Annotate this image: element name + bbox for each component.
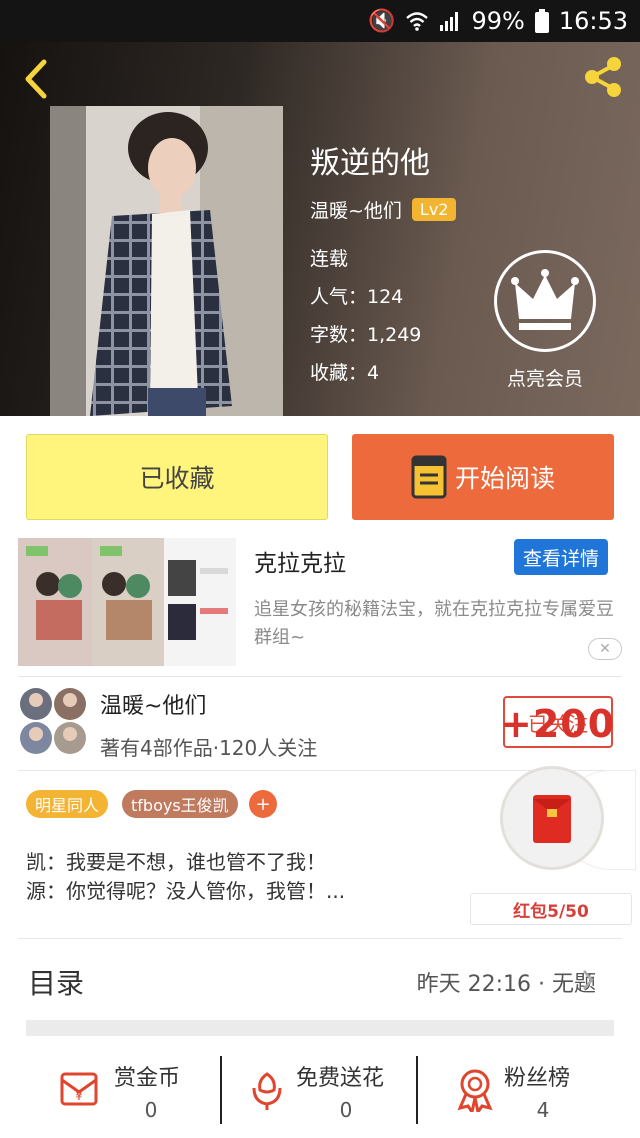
ad-description[interactable]: 追星女孩的秘籍法宝，就在克拉克拉专属爱豆群组~ [254, 596, 614, 652]
mute-icon: 🔇 [368, 8, 396, 34]
table-of-contents-title[interactable]: 目录 [28, 962, 84, 1002]
divider [18, 938, 622, 939]
word-count-stat: 字数：1,249 [310, 324, 422, 346]
status-bar: 🔇 99% 16:53 [0, 0, 640, 42]
separator [416, 1056, 418, 1124]
coin-envelope-icon: ¥ [60, 1072, 98, 1106]
ad-close-button[interactable]: ✕ [588, 638, 622, 660]
share-icon[interactable] [580, 54, 626, 100]
divider [18, 676, 622, 677]
level-badge: Lv2 [411, 198, 457, 221]
author-name[interactable]: 温暖~他们 [100, 688, 206, 720]
battery-percent: 99% [471, 7, 525, 35]
view-details-button[interactable]: 查看详情 [514, 539, 608, 575]
back-arrow-icon[interactable] [16, 56, 56, 102]
free-flower-label: 免费送花 [296, 1066, 385, 1091]
crown-icon [511, 269, 579, 330]
fans-ranking-label: 粉丝榜 [504, 1066, 571, 1091]
clock: 16:53 [558, 7, 628, 35]
book-title: 叛逆的他 [310, 146, 430, 181]
serial-status: 连载 [310, 248, 349, 270]
battery-icon [534, 9, 549, 33]
author-stats: 著有4部作品·120人关注 [100, 736, 318, 760]
free-flower-button[interactable]: 免费送花 0 [224, 1050, 416, 1138]
tag-tfboys[interactable]: tfboys王俊凯 [122, 790, 238, 818]
bottom-action-bar: ¥ 赏金币 0 免费送花 0 粉丝榜 4 [0, 1050, 640, 1138]
fans-ranking-button[interactable]: 粉丝榜 4 [420, 1050, 640, 1138]
flower-icon [252, 1072, 282, 1110]
tag-celebrity-fanfic[interactable]: 明星同人 [26, 790, 109, 818]
reward-label: 赏金币 [114, 1066, 181, 1091]
start-reading-label: 开始阅读 [454, 464, 555, 493]
latest-chapter[interactable]: 昨天 22:16 · 无题 [417, 966, 596, 998]
book-cover-image[interactable] [50, 106, 283, 416]
red-packet-counter[interactable]: 红包5/50 [470, 893, 632, 925]
wifi-icon [406, 12, 429, 31]
book-author[interactable]: 温暖~他们 [310, 196, 402, 223]
bonus-popup: +200 [500, 702, 616, 746]
flower-count: 0 [339, 1098, 353, 1122]
section-separator [26, 1020, 614, 1036]
book-icon [411, 455, 447, 499]
book-intro[interactable]: 凯：我要是不想，谁也管不了我！ 源：你觉得呢？没人管你，我管！... [26, 848, 345, 906]
vip-crown-button[interactable] [494, 250, 596, 352]
signal-icon [440, 12, 459, 31]
svg-text:¥: ¥ [75, 1089, 83, 1103]
vip-label[interactable]: 点亮会员 [494, 364, 596, 391]
red-packet-button[interactable] [500, 766, 604, 870]
medal-icon [457, 1069, 493, 1112]
red-envelope-icon [533, 795, 571, 843]
fans-count: 4 [536, 1098, 550, 1122]
chevron-right-icon[interactable] [580, 968, 596, 992]
start-reading-button[interactable]: 开始阅读 [352, 434, 614, 520]
book-header: 叛逆的他 温暖~他们 Lv2 连载 人气：124 字数：1,249 收藏：4 点… [0, 42, 640, 416]
collected-button[interactable]: 已收藏 [26, 434, 328, 520]
favorites-stat: 收藏：4 [310, 362, 380, 384]
popularity-stat: 人气：124 [310, 286, 404, 308]
intro-line: 源：你觉得呢？没人管你，我管！... [26, 879, 346, 903]
ad-title[interactable]: 克拉克拉 [254, 544, 346, 578]
ad-image[interactable] [18, 538, 236, 666]
separator [220, 1056, 222, 1124]
reward-count: 0 [144, 1098, 158, 1122]
intro-line: 凯：我要是不想，谁也管不了我！ [26, 850, 326, 874]
author-avatar[interactable] [18, 686, 88, 756]
reward-coins-button[interactable]: ¥ 赏金币 0 [0, 1050, 220, 1138]
add-tag-button[interactable]: + [249, 790, 277, 818]
